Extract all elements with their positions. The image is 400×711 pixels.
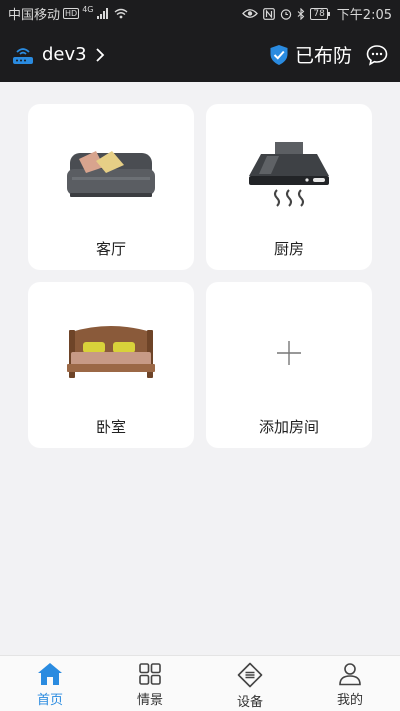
- nfc-icon: [263, 7, 276, 20]
- chevron-right-icon: [95, 47, 104, 62]
- status-bar-right: 78 下午2:05: [242, 4, 392, 23]
- battery-icon: 78: [310, 7, 331, 20]
- security-status[interactable]: 已布防: [269, 41, 352, 68]
- network-type: 4G: [82, 5, 94, 14]
- plus-icon: [277, 341, 301, 365]
- tab-devices[interactable]: 设备: [200, 656, 300, 711]
- sofa-icon: [67, 151, 155, 197]
- status-bar: 中国移动 HD 4G 78 下午2:05: [0, 0, 400, 27]
- header-actions: 已布防: [269, 41, 388, 68]
- add-room-card[interactable]: 添加房间: [206, 282, 372, 448]
- alarm-icon: [281, 8, 292, 20]
- room-card-bedroom[interactable]: 卧室: [28, 282, 194, 448]
- tab-home[interactable]: 首页: [0, 656, 100, 711]
- device-icon: [237, 662, 263, 688]
- tab-scenes-label: 情景: [136, 693, 163, 708]
- room-card-living-room[interactable]: 客厅: [28, 104, 194, 270]
- hd-badge: HD: [63, 8, 80, 19]
- bottom-nav: 首页 情景 设备 我的: [0, 655, 400, 711]
- eye-icon: [242, 9, 259, 18]
- router-icon: [13, 47, 33, 64]
- tab-profile-label: 我的: [336, 693, 363, 708]
- room-label: 客厅: [95, 240, 126, 258]
- tab-scenes[interactable]: 情景: [100, 656, 200, 711]
- shield-check-icon: [270, 44, 288, 65]
- room-grid: 客厅 厨房 卧室 添加房间: [28, 104, 373, 448]
- status-bar-left: 中国移动 HD 4G: [8, 4, 128, 23]
- device-name: dev3: [42, 44, 87, 65]
- room-label: 厨房: [273, 240, 304, 258]
- home-icon: [38, 663, 62, 685]
- person-icon: [339, 663, 361, 686]
- security-status-label: 已布防: [294, 45, 352, 67]
- tab-profile[interactable]: 我的: [300, 656, 400, 711]
- grid-icon: [139, 663, 161, 685]
- tab-devices-label: 设备: [236, 695, 263, 710]
- app-header: dev3 已布防: [0, 27, 400, 82]
- bed-icon: [67, 326, 155, 378]
- range-hood-icon: [249, 142, 329, 207]
- tab-home-label: 首页: [36, 693, 63, 708]
- wifi-icon: [114, 8, 127, 19]
- room-label: 添加房间: [258, 418, 319, 436]
- status-time: 下午2:05: [336, 8, 392, 23]
- bluetooth-icon: [297, 7, 305, 20]
- signal-icon: [96, 8, 108, 19]
- room-label: 卧室: [95, 418, 126, 436]
- message-icon[interactable]: [366, 44, 388, 66]
- room-card-kitchen[interactable]: 厨房: [206, 104, 372, 270]
- device-selector[interactable]: dev3: [12, 44, 105, 65]
- carrier-name: 中国移动: [8, 8, 61, 23]
